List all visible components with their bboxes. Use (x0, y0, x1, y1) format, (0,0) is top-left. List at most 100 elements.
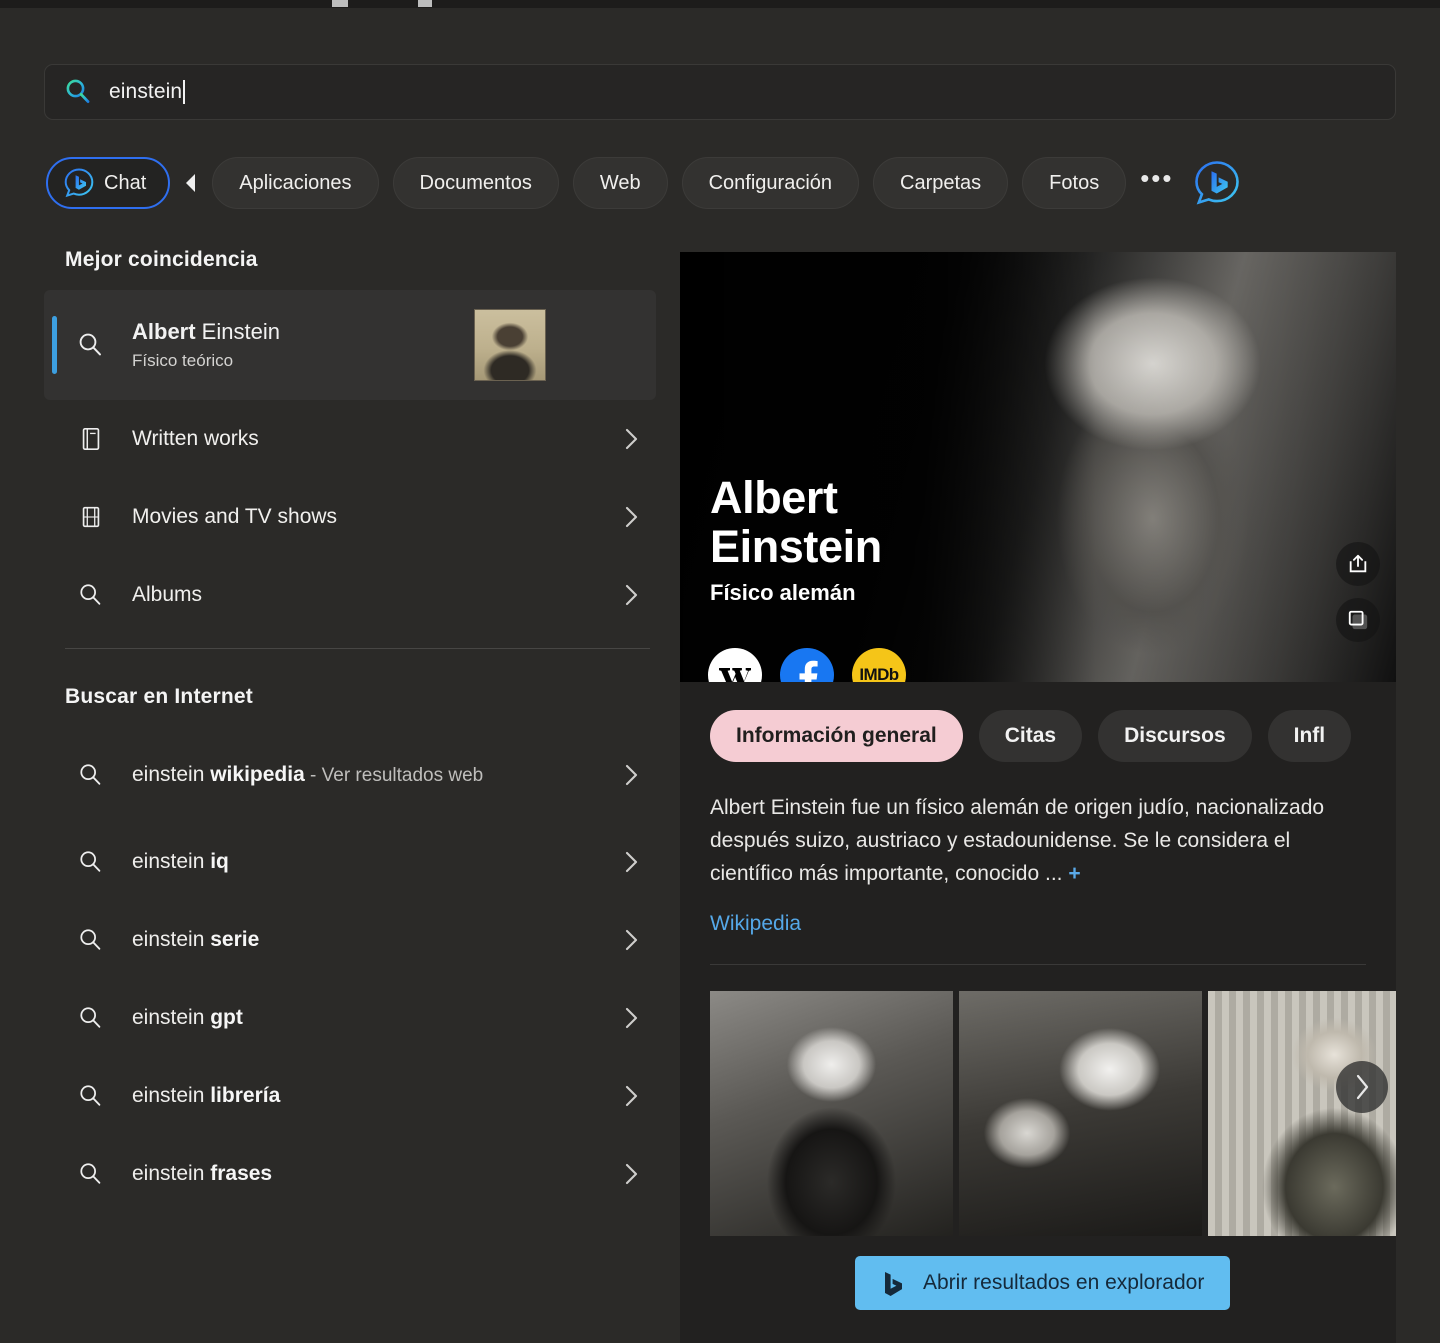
text-caret (183, 80, 185, 104)
web-suggestion-gpt[interactable]: einstein gpt (44, 979, 656, 1057)
film-icon (74, 504, 108, 530)
results-list: Mejor coincidencia Albert Einstein Físic… (44, 248, 664, 1213)
chevron-right-icon[interactable] (1336, 1061, 1388, 1113)
search-icon (74, 1082, 108, 1110)
source-link-wikipedia[interactable]: Wikipedia (680, 890, 1396, 936)
web-suggestion-wikipedia[interactable]: einstein wikipedia - Ver resultados web (44, 727, 656, 823)
tab-fotos[interactable]: Fotos (1022, 157, 1126, 209)
hero-action-buttons (1336, 542, 1380, 642)
suggestion-prefix: einstein (132, 1162, 210, 1185)
suggestion-prefix: einstein (132, 928, 210, 951)
preview-tab-influencias[interactable]: Infl (1268, 710, 1352, 762)
description-text: Albert Einstein fue un físico alemán de … (710, 796, 1324, 885)
sub-item-written-works[interactable]: Written works (44, 400, 656, 478)
tab-aplicaciones[interactable]: Aplicaciones (212, 157, 378, 209)
suggestion-prefix: einstein (132, 1006, 210, 1029)
expand-description-button[interactable]: + (1068, 862, 1080, 885)
suggestion-bold: wikipedia (210, 763, 305, 786)
web-suggestion-label: einstein gpt (132, 1001, 625, 1035)
web-suggestion-label: einstein serie (132, 923, 625, 957)
best-match-subtitle: Físico teórico (132, 351, 474, 371)
suggestion-bold: gpt (210, 1006, 243, 1029)
suggestion-prefix: einstein (132, 1084, 210, 1107)
tab-chat-label: Chat (104, 172, 146, 195)
chevron-right-icon[interactable] (625, 1163, 638, 1185)
window-top-edge (0, 0, 1440, 8)
selection-accent-bar (52, 316, 57, 374)
hero-gradient-overlay (680, 252, 1396, 682)
bing-logo-icon[interactable] (1194, 160, 1240, 206)
preview-tab-citas[interactable]: Citas (979, 710, 1082, 762)
tab-carpetas[interactable]: Carpetas (873, 157, 1008, 209)
chevron-right-icon[interactable] (625, 764, 638, 786)
chevron-right-icon[interactable] (625, 506, 638, 528)
search-icon (63, 77, 93, 107)
search-icon (74, 848, 108, 876)
collections-icon[interactable] (1336, 598, 1380, 642)
web-suggestion-iq[interactable]: einstein iq (44, 823, 656, 901)
filter-tabs-bar: Chat Aplicaciones Documentos Web Configu… (46, 156, 1240, 210)
web-suggestion-serie[interactable]: einstein serie (44, 901, 656, 979)
chevron-right-icon[interactable] (625, 1085, 638, 1107)
best-match-title: Albert Einstein (132, 319, 474, 345)
hero-section: Albert Einstein Físico alemán (680, 252, 1396, 682)
image-carousel (680, 965, 1396, 1236)
tab-documentos[interactable]: Documentos (393, 157, 559, 209)
best-match-result[interactable]: Albert Einstein Físico teórico (44, 290, 656, 400)
chevron-right-icon[interactable] (625, 1007, 638, 1029)
preview-tab-discursos[interactable]: Discursos (1098, 710, 1252, 762)
web-suggestion-label: einstein librería (132, 1079, 625, 1113)
web-suggestion-libreria[interactable]: einstein librería (44, 1057, 656, 1135)
hero-title-line2: Einstein (710, 523, 882, 572)
suggestion-prefix: einstein (132, 850, 210, 873)
einstein-thumbnail-3[interactable] (1208, 991, 1396, 1236)
sub-item-label: Written works (132, 427, 625, 451)
preview-panel: Albert Einstein Físico alemán (680, 252, 1396, 1343)
suggestion-bold: serie (210, 928, 259, 951)
tab-chat[interactable]: Chat (46, 157, 170, 209)
chevron-left-icon[interactable] (170, 172, 212, 194)
suggestion-prefix: einstein (132, 763, 210, 786)
hero-title-line1: Albert (710, 474, 882, 523)
open-results-label: Abrir resultados en explorador (923, 1271, 1204, 1295)
preview-description: Albert Einstein fue un físico alemán de … (680, 762, 1396, 890)
imdb-label: IMDb (859, 665, 898, 682)
open-results-in-browser-button[interactable]: Abrir resultados en explorador (855, 1256, 1230, 1310)
facebook-badge[interactable] (780, 648, 834, 682)
preview-tab-informacion-general[interactable]: Información general (710, 710, 963, 762)
sub-item-label: Movies and TV shows (132, 505, 625, 529)
best-match-title-rest: Einstein (196, 319, 280, 344)
tab-overflow-button[interactable]: ••• (1126, 163, 1187, 204)
chevron-right-icon[interactable] (625, 428, 638, 450)
top-artifact-left (332, 0, 348, 7)
chevron-right-icon[interactable] (625, 851, 638, 873)
einstein-thumbnail-2[interactable] (959, 991, 1202, 1236)
sub-item-movies-and-tv-shows[interactable]: Movies and TV shows (44, 478, 656, 556)
imdb-badge[interactable]: IMDb (852, 648, 906, 682)
social-badges: IMDb (708, 648, 906, 682)
web-suggestion-frases[interactable]: einstein frases (44, 1135, 656, 1213)
einstein-portrait-thumbnail (474, 309, 546, 381)
tab-configuracion[interactable]: Configuración (682, 157, 859, 209)
einstein-thumbnail-1[interactable] (710, 991, 953, 1236)
hero-text-block: Albert Einstein Físico alemán (710, 474, 882, 606)
suggestion-suffix: - Ver resultados web (305, 765, 483, 786)
chevron-right-icon[interactable] (625, 584, 638, 606)
search-box[interactable]: einstein (44, 64, 1396, 120)
wikipedia-badge[interactable] (708, 648, 762, 682)
tab-web[interactable]: Web (573, 157, 668, 209)
suggestion-bold: frases (210, 1162, 272, 1185)
search-input-value[interactable]: einstein (109, 80, 182, 104)
suggestion-bold: librería (210, 1084, 280, 1107)
web-suggestion-label: einstein iq (132, 845, 625, 879)
search-icon (74, 1160, 108, 1188)
section-divider (65, 648, 650, 649)
book-icon (74, 426, 108, 452)
internet-search-header: Buscar en Internet (44, 685, 664, 709)
web-suggestion-label: einstein frases (132, 1157, 625, 1191)
bing-chat-icon (64, 168, 94, 198)
chevron-right-icon[interactable] (625, 929, 638, 951)
bing-icon (877, 1268, 907, 1298)
sub-item-albums[interactable]: Albums (44, 556, 656, 634)
share-icon[interactable] (1336, 542, 1380, 586)
